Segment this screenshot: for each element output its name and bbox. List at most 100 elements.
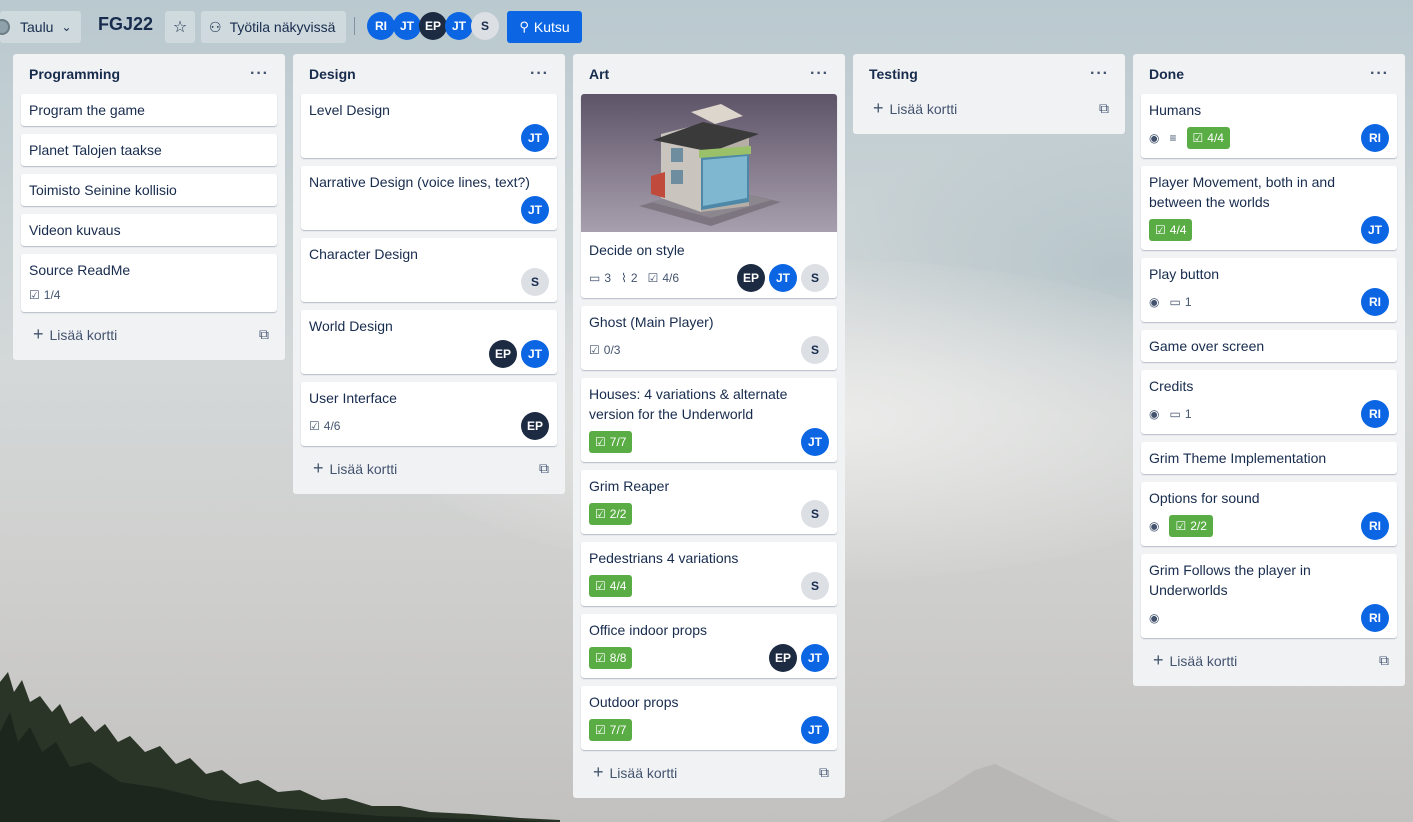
list-title[interactable]: Art <box>589 66 609 82</box>
card-title: User Interface <box>309 390 397 406</box>
people-icon: ⚇ <box>209 18 222 35</box>
member-avatar[interactable]: JT <box>801 716 829 744</box>
member-avatar[interactable]: RI <box>1361 512 1389 540</box>
member-avatar[interactable]: S <box>801 264 829 292</box>
card-template-icon[interactable]: ⧉ <box>259 326 269 343</box>
star-board-button[interactable]: ☆ <box>165 11 195 43</box>
member-avatar[interactable]: JT <box>801 428 829 456</box>
list-title[interactable]: Programming <box>29 66 120 82</box>
invite-label: Kutsu <box>533 19 570 35</box>
checklist-count: 7/7 <box>609 723 627 737</box>
member-avatar[interactable]: RI <box>1361 604 1389 632</box>
card[interactable]: Toimisto Seinine kollisio <box>21 174 277 206</box>
card[interactable]: Character Design S <box>301 238 557 302</box>
list-title[interactable]: Testing <box>869 66 918 82</box>
card[interactable]: Planet Talojen taakse <box>21 134 277 166</box>
member-avatar[interactable]: RI <box>1361 288 1389 316</box>
card-title: Pedestrians 4 variations <box>589 550 739 566</box>
add-card-button[interactable]: + Lisää kortti ⧉ <box>1141 642 1397 678</box>
member-avatar[interactable]: S <box>471 12 499 40</box>
card[interactable]: Level Design JT <box>301 94 557 158</box>
chevron-down-icon: ⌄ <box>61 20 72 34</box>
card[interactable]: Humans ◉ ≡ ☑ 4/4 RI <box>1141 94 1397 158</box>
card[interactable]: Office indoor props ☑ 8/8 EP JT <box>581 614 837 678</box>
card[interactable]: Player Movement, both in and between the… <box>1141 166 1397 250</box>
card-template-icon[interactable]: ⧉ <box>819 764 829 781</box>
member-avatar[interactable]: RI <box>1361 400 1389 428</box>
member-avatar[interactable]: JT <box>521 196 549 224</box>
add-card-label: Lisää kortti <box>889 100 958 117</box>
card-footer: ☑ 4/4 S <box>589 572 829 600</box>
member-avatar[interactable]: EP <box>737 264 765 292</box>
member-avatar[interactable]: JT <box>521 124 549 152</box>
member-avatar[interactable]: S <box>801 500 829 528</box>
card[interactable]: Houses: 4 variations & alternate version… <box>581 378 837 462</box>
more-options-icon[interactable]: ··· <box>1090 65 1109 83</box>
card[interactable]: Pedestrians 4 variations ☑ 4/4 S <box>581 542 837 606</box>
add-card-button[interactable]: + Lisää kortti ⧉ <box>861 90 1117 126</box>
list-header: Done ··· <box>1141 54 1397 94</box>
member-avatar[interactable]: EP <box>769 644 797 672</box>
member-avatar[interactable]: JT <box>521 340 549 368</box>
invite-button[interactable]: ⚲ Kutsu <box>507 11 582 43</box>
member-avatar[interactable]: EP <box>419 12 447 40</box>
card[interactable]: Options for sound ◉ ☑ 2/2 RI <box>1141 482 1397 546</box>
card[interactable]: Ghost (Main Player) ☑ 0/3 S <box>581 306 837 370</box>
add-card-button[interactable]: + Lisää kortti ⧉ <box>301 450 557 486</box>
board-title[interactable]: FGJ22 <box>98 14 153 35</box>
card[interactable]: Videon kuvaus <box>21 214 277 246</box>
more-options-icon[interactable]: ··· <box>810 65 829 83</box>
board-header: Taulu ⌄ FGJ22 ☆ ⚇ Työtila näkyvissä RI J… <box>0 0 1413 52</box>
member-avatar[interactable]: JT <box>769 264 797 292</box>
member-avatar[interactable]: JT <box>1361 216 1389 244</box>
member-avatar[interactable]: RI <box>1361 124 1389 152</box>
member-avatar[interactable]: S <box>521 268 549 296</box>
comment-icon: ▭ <box>1169 295 1181 309</box>
member-avatar[interactable]: JT <box>393 12 421 40</box>
card-title: Toimisto Seinine kollisio <box>29 182 177 198</box>
card-title: Program the game <box>29 102 145 118</box>
card[interactable]: Grim Follows the player in Underworlds ◉… <box>1141 554 1397 638</box>
more-options-icon[interactable]: ··· <box>530 65 549 83</box>
card-template-icon[interactable]: ⧉ <box>1379 652 1389 669</box>
member-avatar[interactable]: JT <box>445 12 473 40</box>
card[interactable]: Decide on style ▭ 3 ⌇ 2 ☑ 4/6 EP JT S <box>581 94 837 298</box>
more-options-icon[interactable]: ··· <box>250 65 269 83</box>
checklist-count: 4/4 <box>1169 223 1187 237</box>
checklist-icon: ☑ <box>29 288 40 302</box>
card[interactable]: Grim Theme Implementation <box>1141 442 1397 474</box>
card-title: Videon kuvaus <box>29 222 121 238</box>
card[interactable]: User Interface ☑ 4/6 EP <box>301 382 557 446</box>
list-title[interactable]: Done <box>1149 66 1184 82</box>
more-options-icon[interactable]: ··· <box>1370 65 1389 83</box>
member-avatar[interactable]: RI <box>367 12 395 40</box>
card-title: Humans <box>1149 102 1202 118</box>
list-title[interactable]: Design <box>309 66 356 82</box>
card-template-icon[interactable]: ⧉ <box>1099 100 1109 117</box>
member-avatar[interactable]: JT <box>801 644 829 672</box>
add-card-button[interactable]: + Lisää kortti ⧉ <box>21 316 277 352</box>
background-trees <box>0 672 560 822</box>
card-title: Narrative Design (voice lines, text?) <box>309 174 530 190</box>
view-switcher-button[interactable]: Taulu ⌄ <box>0 11 81 43</box>
checklist-icon: ☑ <box>309 419 320 433</box>
card[interactable]: Play button ◉ ▭ 1 RI <box>1141 258 1397 322</box>
card[interactable]: Grim Reaper ☑ 2/2 S <box>581 470 837 534</box>
checklist-count: 2/2 <box>609 507 627 521</box>
card[interactable]: Credits ◉ ▭ 1 RI <box>1141 370 1397 434</box>
card[interactable]: World Design EP JT <box>301 310 557 374</box>
card[interactable]: Game over screen <box>1141 330 1397 362</box>
member-avatar[interactable]: EP <box>521 412 549 440</box>
member-avatar[interactable]: EP <box>489 340 517 368</box>
add-card-button[interactable]: + Lisää kortti ⧉ <box>581 754 837 790</box>
visibility-button[interactable]: ⚇ Työtila näkyvissä <box>201 11 346 43</box>
card[interactable]: Narrative Design (voice lines, text?) JT <box>301 166 557 230</box>
card[interactable]: Program the game <box>21 94 277 126</box>
card[interactable]: Source ReadMe ☑ 1/4 <box>21 254 277 312</box>
list-art: Art ··· Decide on style ▭ 3 ⌇ 2 ☑ 4/6 EP… <box>573 54 845 798</box>
member-avatar[interactable]: S <box>801 336 829 364</box>
card-template-icon[interactable]: ⧉ <box>539 460 549 477</box>
card-title: Ghost (Main Player) <box>589 314 714 330</box>
card[interactable]: Outdoor props ☑ 7/7 JT <box>581 686 837 750</box>
member-avatar[interactable]: S <box>801 572 829 600</box>
